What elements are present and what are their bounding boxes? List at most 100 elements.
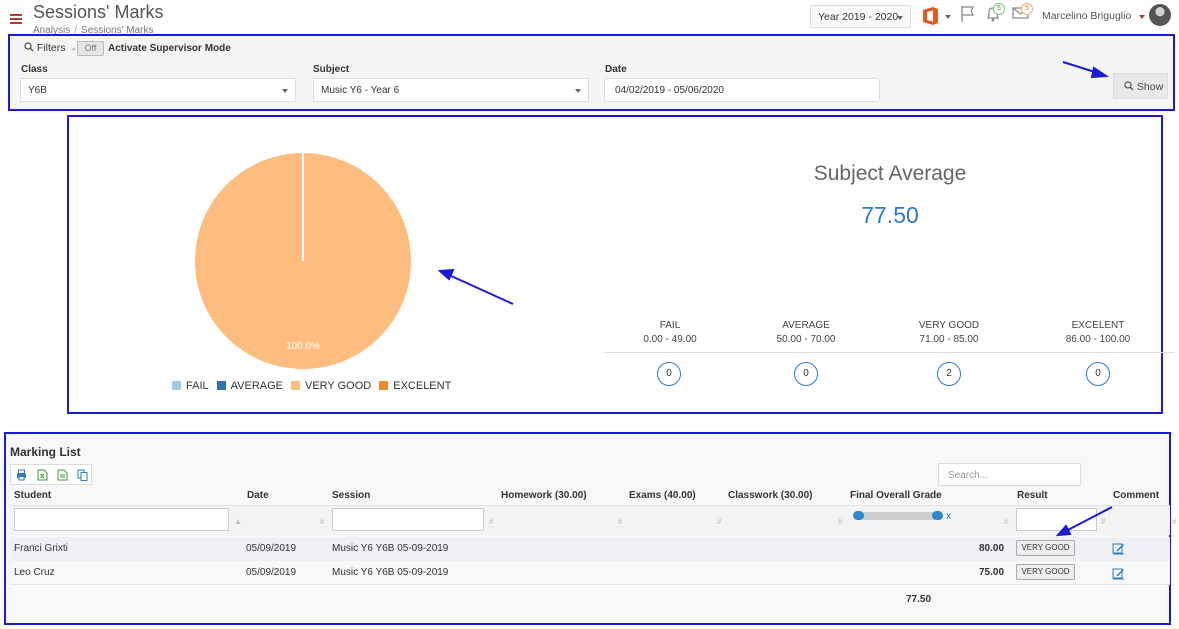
session-name: Music Y6 Y6B 05-09-2019 xyxy=(332,543,449,554)
band-count-very-good[interactable]: 2 xyxy=(937,362,961,386)
band-name: FAIL xyxy=(659,320,681,331)
excel-icon[interactable] xyxy=(37,469,48,481)
final-grade-range-slider[interactable] xyxy=(854,512,943,520)
column-header-final-grade[interactable]: Final Overall Grade xyxy=(850,490,942,501)
legend-item-fail[interactable]: FAIL xyxy=(172,380,209,392)
final-grade-total: 77.50 xyxy=(906,594,932,605)
show-button[interactable]: Show xyxy=(1113,73,1168,99)
student-name: Leo Cruz xyxy=(14,567,55,578)
column-header-student[interactable]: Student xyxy=(14,490,51,501)
slider-clear-button[interactable]: x xyxy=(946,511,951,522)
column-header-comment[interactable]: Comment xyxy=(1113,490,1159,501)
band-range: 71.00 - 85.00 xyxy=(919,334,979,345)
search-icon xyxy=(24,42,34,52)
export-toolbar xyxy=(10,464,92,485)
slider-handle-min[interactable] xyxy=(853,511,864,520)
legend-item-excelent[interactable]: EXCELENT xyxy=(379,380,451,392)
csv-icon[interactable] xyxy=(57,469,68,481)
result-badge: VERY GOOD xyxy=(1016,540,1075,556)
band-name: EXCELENT xyxy=(1071,320,1125,331)
band-count-excelent[interactable]: 0 xyxy=(1086,362,1110,386)
sort-icon[interactable]: # xyxy=(838,517,842,526)
session-date: 05/09/2019 xyxy=(246,543,297,554)
search-input[interactable]: Search... xyxy=(938,463,1081,486)
year-select[interactable]: Year 2019 - 2020 xyxy=(810,5,911,28)
marking-list-title: Marking List xyxy=(10,445,81,459)
legend-swatch xyxy=(172,381,181,390)
column-header-exams[interactable]: Exams (40.00) xyxy=(629,490,696,501)
chevron-down-icon[interactable] xyxy=(945,15,951,19)
session-date: 05/09/2019 xyxy=(246,567,297,578)
legend-item-average[interactable]: AVERAGE xyxy=(216,380,283,392)
column-header-date[interactable]: Date xyxy=(247,490,269,501)
chevron-down-icon xyxy=(575,89,581,93)
band-very-good: VERY GOOD 71.00 - 85.00 xyxy=(884,320,1014,345)
sort-icon[interactable]: # xyxy=(1172,517,1176,526)
final-grade: 75.00 xyxy=(979,567,1005,578)
sort-icon[interactable]: # xyxy=(1004,517,1008,526)
chart-legend: FAIL AVERAGE VERY GOOD EXCELENT xyxy=(172,380,459,392)
session-filter-input[interactable] xyxy=(332,508,484,531)
column-header-classwork[interactable]: Classwork (30.00) xyxy=(728,490,813,501)
chevron-down-icon xyxy=(282,89,288,93)
sort-icon[interactable]: # xyxy=(320,517,324,526)
page-title: Sessions' Marks xyxy=(33,2,164,22)
legend-label: FAIL xyxy=(186,380,209,392)
sort-icon[interactable]: # xyxy=(618,517,622,526)
search-icon xyxy=(1124,81,1134,91)
result-filter-input[interactable] xyxy=(1016,508,1097,531)
filters-separator: - xyxy=(72,44,76,55)
slider-handle-max[interactable] xyxy=(932,511,943,520)
band-average: AVERAGE 50.00 - 70.00 xyxy=(741,320,871,345)
legend-swatch xyxy=(379,381,389,390)
sort-icon[interactable]: # xyxy=(717,517,721,526)
band-excelent: EXCELENT 86.00 - 100.00 xyxy=(1033,320,1163,345)
band-range: 50.00 - 70.00 xyxy=(776,334,836,345)
notification-count-badge: 5 xyxy=(993,3,1005,15)
print-icon[interactable] xyxy=(16,469,27,481)
band-count-average[interactable]: 0 xyxy=(794,362,818,386)
subject-average-title: Subject Average xyxy=(813,162,967,185)
column-header-session[interactable]: Session xyxy=(332,490,370,501)
chevron-down-icon xyxy=(897,16,903,20)
chevron-down-icon[interactable] xyxy=(1139,15,1145,19)
divider xyxy=(604,352,1174,353)
legend-swatch xyxy=(216,381,226,390)
avatar[interactable] xyxy=(1149,4,1171,26)
legend-label: EXCELENT xyxy=(393,380,452,392)
supervisor-mode-toggle[interactable]: Off xyxy=(77,41,104,56)
legend-swatch xyxy=(291,381,300,390)
subject-select[interactable]: Music Y6 - Year 6 xyxy=(313,78,589,102)
legend-label: AVERAGE xyxy=(230,380,283,392)
band-name: AVERAGE xyxy=(782,320,830,331)
band-count-fail[interactable]: 0 xyxy=(657,362,681,386)
flag-icon[interactable] xyxy=(960,5,976,26)
date-range-input[interactable]: 04/02/2019 - 05/06/2020 xyxy=(604,78,880,102)
copy-icon[interactable] xyxy=(77,469,88,481)
sort-icon[interactable]: ▲ xyxy=(234,517,242,526)
column-header-result[interactable]: Result xyxy=(1017,490,1048,501)
date-label: Date xyxy=(605,64,627,75)
subject-label: Subject xyxy=(313,64,350,75)
legend-item-very-good[interactable]: VERY GOOD xyxy=(291,380,371,392)
legend-label: VERY GOOD xyxy=(305,380,372,392)
band-fail: FAIL 0.00 - 49.00 xyxy=(605,320,735,345)
final-grade: 80.00 xyxy=(979,543,1005,554)
grade-pie-chart: 100.0% xyxy=(195,153,411,369)
class-select[interactable]: Y6B xyxy=(20,78,296,102)
column-header-homework[interactable]: Homework (30.00) xyxy=(501,490,587,501)
session-name: Music Y6 Y6B 05-09-2019 xyxy=(332,567,449,578)
student-filter-input[interactable] xyxy=(14,508,229,531)
mail-count-badge: 5 xyxy=(1021,3,1033,15)
pie-data-label: 100.0% xyxy=(286,341,320,352)
class-label: Class xyxy=(21,64,48,75)
filters-toggle[interactable]: Filters xyxy=(24,42,66,54)
edit-comment-icon[interactable] xyxy=(1112,567,1125,580)
menu-icon[interactable] xyxy=(10,14,22,24)
user-name[interactable]: Marcelino Briguglio xyxy=(1042,10,1131,22)
sort-icon[interactable]: # xyxy=(1101,517,1105,526)
office-icon[interactable] xyxy=(922,6,939,29)
edit-comment-icon[interactable] xyxy=(1112,542,1125,555)
sort-icon[interactable]: # xyxy=(489,517,493,526)
result-badge: VERY GOOD xyxy=(1016,564,1075,580)
